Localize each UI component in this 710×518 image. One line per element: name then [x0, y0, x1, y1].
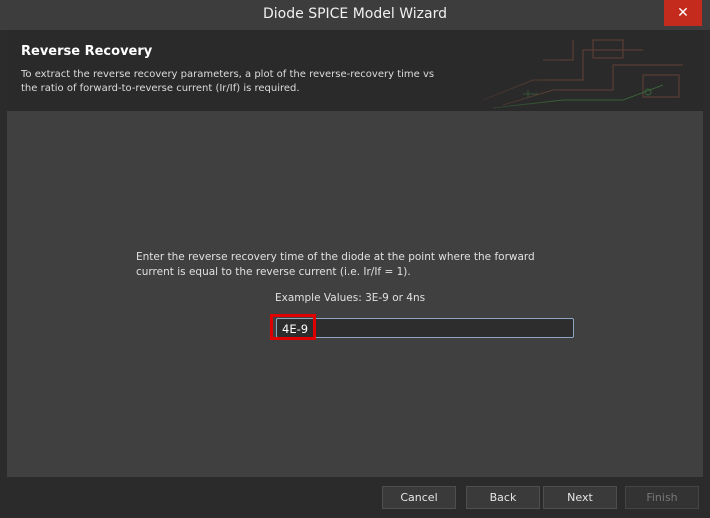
highlight-box [270, 314, 316, 340]
circuit-art-graphic [443, 30, 683, 111]
wizard-content: Enter the reverse recovery time of the d… [7, 111, 703, 477]
cancel-button[interactable]: Cancel [382, 486, 456, 509]
window-title: Diode SPICE Model Wizard [263, 6, 447, 22]
page-title: Reverse Recovery [21, 44, 153, 59]
page-description: To extract the reverse recovery paramete… [21, 69, 435, 94]
wizard-header: Reverse Recovery To extract the reverse … [7, 30, 703, 111]
close-button[interactable]: ✕ [664, 0, 702, 26]
wizard-footer: Cancel Back Next Finish [0, 477, 710, 518]
back-button[interactable]: Back [466, 486, 540, 509]
next-button[interactable]: Next [543, 486, 617, 509]
reverse-recovery-time-input[interactable]: 4E-9 [276, 318, 574, 338]
finish-button[interactable]: Finish [625, 486, 699, 509]
example-values-text: Example Values: 3E-9 or 4ns [275, 292, 426, 304]
prompt-text: Enter the reverse recovery time of the d… [136, 251, 535, 278]
title-bar: Diode SPICE Model Wizard ✕ [0, 0, 710, 30]
